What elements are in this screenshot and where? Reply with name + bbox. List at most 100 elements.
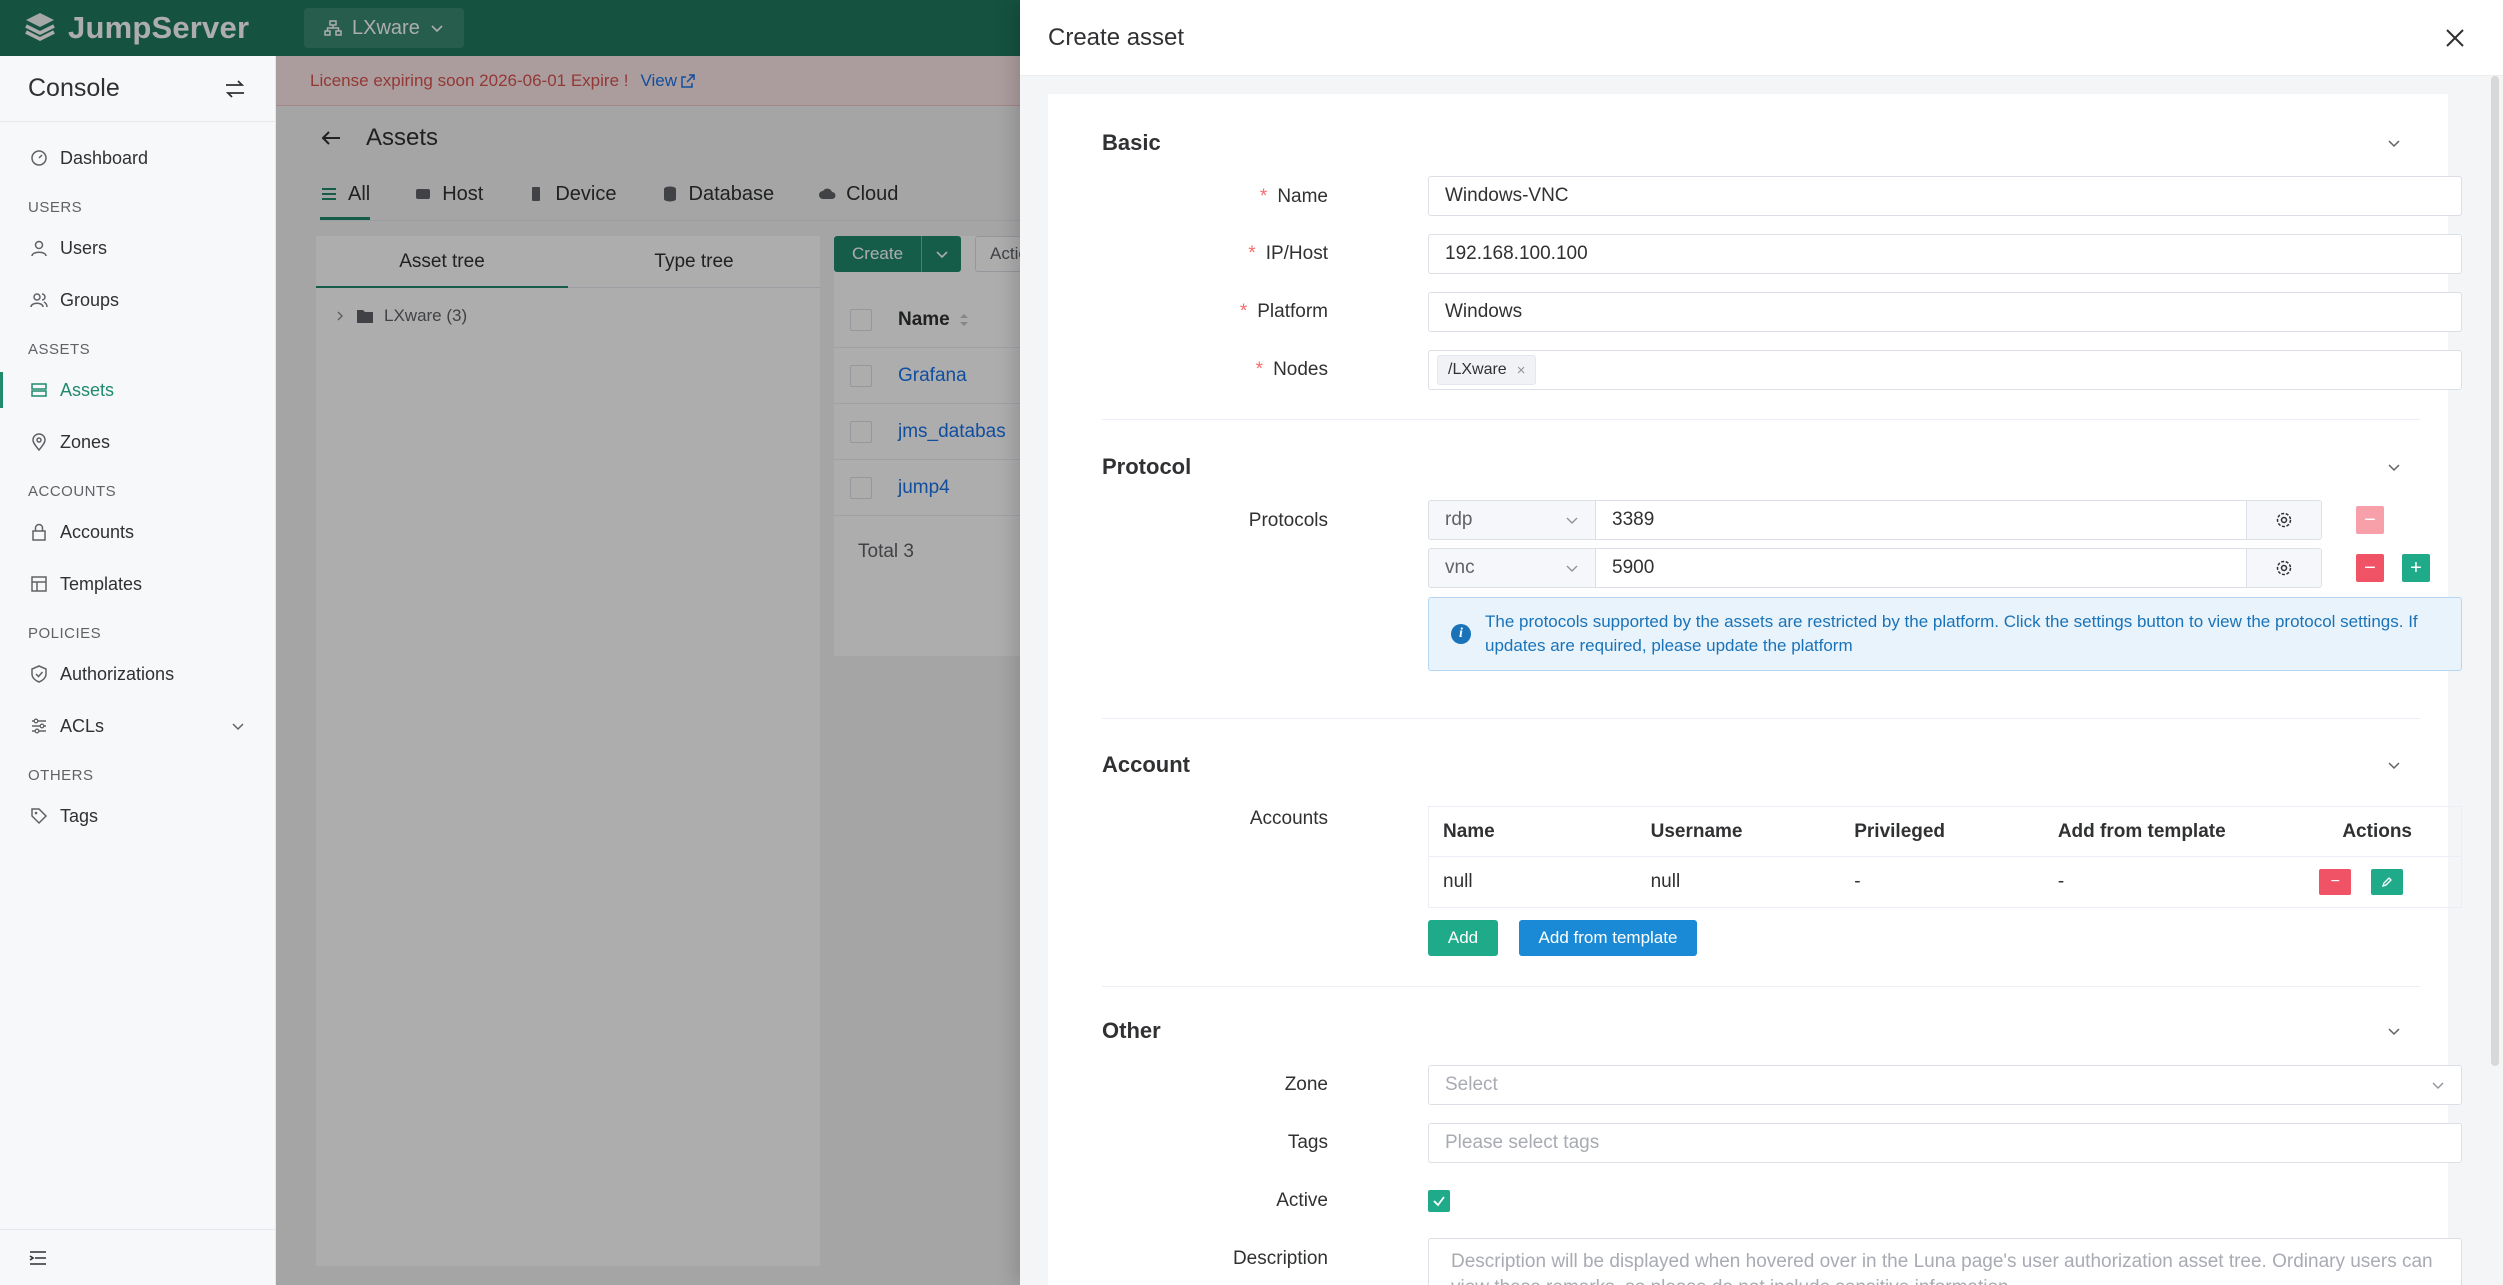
group-icon <box>30 291 48 309</box>
protocol-select-vnc[interactable]: vnc <box>1428 548 1596 588</box>
chevron-down-icon <box>2388 1028 2400 1036</box>
shield-icon <box>30 665 48 683</box>
section-protocol-header[interactable]: Protocol <box>1102 454 2402 480</box>
protocol-info-text: The protocols supported by the assets ar… <box>1485 612 2418 655</box>
gear-icon <box>2276 512 2292 528</box>
console-title: Console <box>28 74 120 102</box>
chevron-down-icon <box>1566 517 1578 524</box>
chevron-down-icon <box>2432 1082 2444 1089</box>
sidebar-item-label: Users <box>60 237 108 258</box>
sidebar-item-label: Zones <box>60 431 111 452</box>
info-icon: i <box>1451 624 1471 644</box>
sidebar-item-accounts[interactable]: Accounts <box>0 506 275 558</box>
sidebar-section-policies: POLICIES <box>28 625 102 642</box>
asset-form: Basic * Name Windows-VNC * IP/Host 192.168… <box>1048 94 2462 1285</box>
chevron-down-icon <box>2388 464 2400 472</box>
sidebar-item-assets[interactable]: Assets <box>0 364 275 416</box>
account-template-cell: - <box>2057 871 2065 892</box>
name-label: * Name <box>1259 186 1328 207</box>
sidebar-item-zones[interactable]: Zones <box>0 416 275 468</box>
drawer-scrollbar[interactable] <box>2491 76 2499 1066</box>
tags-label: Tags <box>1287 1132 1328 1153</box>
sidebar-item-acls[interactable]: ACLs <box>0 700 275 752</box>
section-account-header[interactable]: Account <box>1102 752 2402 778</box>
lock-icon <box>30 523 48 541</box>
section-account-title: Account <box>1102 752 1190 777</box>
accounts-table: Name Username Privileged Add from templa… <box>1428 806 2462 908</box>
section-divider <box>1102 419 2420 420</box>
add-protocol-button[interactable]: + <box>2402 554 2430 582</box>
remove-protocol-button[interactable]: − <box>2356 554 2384 582</box>
asset-icon <box>30 381 48 399</box>
drawer-header: Create asset <box>1020 0 2503 76</box>
add-from-template-button[interactable]: Add from template <box>1519 920 1697 956</box>
account-privileged-cell: - <box>1854 871 1861 892</box>
delete-account-button[interactable]: − <box>2319 869 2352 895</box>
protocol-port-vnc[interactable]: 5900 <box>1595 548 2247 588</box>
sidebar-item-label: Accounts <box>60 521 135 542</box>
modal-overlay-top[interactable] <box>0 0 1020 56</box>
sidebar-item-authorizations[interactable]: Authorizations <box>0 648 275 700</box>
remove-protocol-button[interactable]: − <box>2356 506 2384 534</box>
sidebar-item-label: Authorizations <box>60 663 175 684</box>
section-basic-header[interactable]: Basic <box>1102 130 2402 156</box>
name-input[interactable]: Windows-VNC <box>1428 176 2462 216</box>
sidebar-item-groups[interactable]: Groups <box>0 274 275 326</box>
section-other-header[interactable]: Other <box>1102 1018 2402 1044</box>
collapse-menu-icon[interactable] <box>28 1248 48 1268</box>
edit-account-button[interactable] <box>2371 869 2404 895</box>
protocol-settings-button[interactable] <box>2246 500 2322 540</box>
close-button[interactable] <box>2435 18 2475 58</box>
sidebar-item-label: Tags <box>60 805 99 826</box>
tag-icon <box>30 807 48 825</box>
add-account-button[interactable]: Add <box>1428 920 1498 956</box>
platform-input[interactable]: Windows <box>1428 292 2462 332</box>
remove-node-icon[interactable]: × <box>1517 362 1526 379</box>
protocol-port-rdp[interactable]: 3389 <box>1595 500 2247 540</box>
switch-view-icon[interactable] <box>223 77 247 101</box>
account-name-cell: null <box>1443 871 1473 892</box>
edit-icon <box>2382 877 2393 888</box>
template-icon <box>30 575 48 593</box>
description-textarea[interactable]: Description will be displayed when hover… <box>1428 1238 2462 1285</box>
protocol-select-rdp[interactable]: rdp <box>1428 500 1596 540</box>
sidebar-item-label: Templates <box>60 573 143 594</box>
chevron-down-icon <box>232 723 244 731</box>
platform-label: * Platform <box>1239 301 1328 322</box>
app-root: JumpServer LXware Console Dashboard USER… <box>0 0 2503 1285</box>
host-input[interactable]: 192.168.100.100 <box>1428 234 2462 274</box>
sidebar: Console Dashboard USERS Users Groups ASS… <box>0 56 276 1285</box>
sidebar-item-users[interactable]: Users <box>0 222 275 274</box>
gear-icon <box>2276 560 2292 576</box>
sidebar-footer <box>0 1229 275 1285</box>
sidebar-item-dashboard[interactable]: Dashboard <box>0 132 275 184</box>
sidebar-item-tags[interactable]: Tags <box>0 790 275 842</box>
sidebar-section-accounts: ACCOUNTS <box>28 483 117 500</box>
drawer-title: Create asset <box>1048 23 1185 51</box>
protocol-info-alert: i The protocols supported by the assets … <box>1428 597 2462 671</box>
console-header: Console <box>0 56 275 122</box>
sidebar-section-others: OTHERS <box>28 767 94 784</box>
zone-select[interactable]: Select <box>1428 1065 2462 1105</box>
sidebar-item-templates[interactable]: Templates <box>0 558 275 610</box>
check-icon <box>1433 1196 1445 1207</box>
user-icon <box>30 239 48 257</box>
account-username-cell: null <box>1650 871 1681 892</box>
tags-select[interactable]: Please select tags <box>1428 1123 2462 1163</box>
column-header: Actions <box>2342 820 2413 842</box>
node-chip-label: /LXware <box>1448 361 1507 378</box>
column-header: Add from template <box>2057 820 2226 842</box>
protocol-settings-button[interactable] <box>2246 548 2322 588</box>
protocol-name: rdp <box>1445 509 1473 530</box>
location-pin-icon <box>30 433 48 451</box>
active-checkbox[interactable] <box>1428 1190 1450 1212</box>
section-basic-title: Basic <box>1102 130 1161 155</box>
close-icon <box>2446 28 2464 47</box>
section-protocol-title: Protocol <box>1102 454 1192 479</box>
nodes-select[interactable]: /LXware × <box>1428 350 2462 390</box>
sidebar-section-assets: ASSETS <box>28 341 91 358</box>
column-header: Name <box>1443 820 1495 842</box>
sidebar-item-label: Dashboard <box>60 147 149 168</box>
host-label: * IP/Host <box>1248 243 1328 264</box>
section-divider <box>1102 986 2420 987</box>
